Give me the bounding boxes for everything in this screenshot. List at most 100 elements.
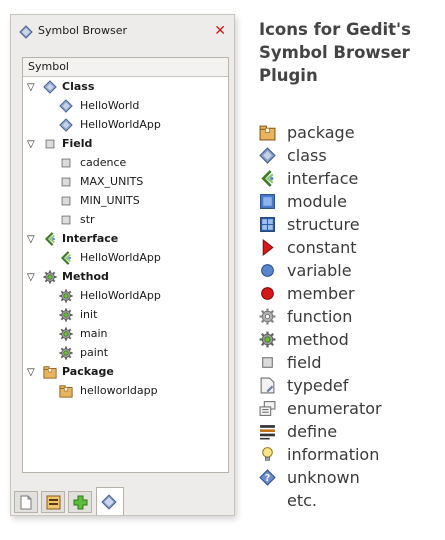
field-icon [59,194,73,208]
expander-icon[interactable]: ▽ [27,78,35,97]
legend-label: structure [287,215,360,234]
legend-label: typedef [287,376,349,395]
tree-item[interactable]: paint [23,343,228,362]
tree-item[interactable]: str [23,210,228,229]
bottom-tabs [11,487,234,517]
tree-label: HelloWorldApp [80,251,161,264]
tree-label: MAX_UNITS [80,175,144,188]
field-icon [259,354,276,371]
tree-category[interactable]: ▽ Package [23,362,228,381]
tree-label: HelloWorldApp [80,289,161,302]
tree-label: Interface [62,232,119,245]
symbol-browser-icon [19,24,33,43]
tree-item[interactable]: HelloWorldApp [23,286,228,305]
expander-icon[interactable]: ▽ [27,363,35,382]
tree-item[interactable]: HelloWorld [23,96,228,115]
tree-label: str [80,213,95,226]
tree-item[interactable]: helloworldapp [23,381,228,400]
tree-item[interactable]: MAX_UNITS [23,172,228,191]
tree-item[interactable]: init [23,305,228,324]
package-icon [259,124,276,141]
class-icon [59,118,73,132]
package-icon [43,365,57,379]
typedef-icon [259,377,276,394]
method-icon [59,308,73,322]
class-icon [43,80,57,94]
legend-label: method [287,330,349,349]
symbol-tree[interactable]: Symbol ▽ Class HelloWorld HelloWorldApp ▽ Fie… [22,57,229,473]
variable-icon [259,262,276,279]
tab-symbol-browser[interactable] [96,487,124,515]
module-icon [259,193,276,210]
tree-label: HelloWorldApp [80,118,161,131]
information-icon [259,446,276,463]
member-icon [259,285,276,302]
tree-label: HelloWorld [80,99,140,112]
tree-category[interactable]: ▽ Method [23,267,228,286]
expander-icon[interactable]: ▽ [27,135,35,154]
symbol-browser-panel: Symbol Browser ✕ Symbol ▽ Class HelloWorld… [10,14,235,516]
method-icon [59,289,73,303]
expander-icon[interactable]: ▽ [27,230,35,249]
expander-icon[interactable]: ▽ [27,268,35,287]
tree-label: Class [62,80,95,93]
method-icon [59,327,73,341]
legend-label: information [287,445,380,464]
legend-label: enumerator [287,399,382,418]
interface-icon [43,232,57,246]
legend-label: etc. [287,491,317,510]
field-icon [59,175,73,189]
legend-label: module [287,192,347,211]
tree-label: helloworldapp [80,384,158,397]
svg-text:?: ? [265,473,271,484]
tree-category[interactable]: ▽ Class [23,77,228,96]
define-icon [259,423,276,440]
legend-label: unknown [287,468,360,487]
method-icon [43,270,57,284]
tab-tools[interactable] [41,491,65,513]
panel-header: Symbol Browser ✕ [11,15,234,47]
tree-label: Field [62,137,93,150]
tree-label: MIN_UNITS [80,194,140,207]
tree-label: main [80,327,108,340]
tree-label: Package [62,365,114,378]
tree-item[interactable]: MIN_UNITS [23,191,228,210]
tree-label: init [80,308,98,321]
legend-label: function [287,307,353,326]
close-icon[interactable]: ✕ [214,24,226,38]
class-icon [259,147,276,164]
enumerator-icon [259,400,276,417]
legend-label: package [287,123,355,142]
legend-label: interface [287,169,359,188]
constant-icon [259,238,276,257]
tree-label: cadence [80,156,127,169]
function-icon [259,308,276,325]
interface-icon [259,170,276,187]
tree-item[interactable]: main [23,324,228,343]
legend-title: Icons for Gedit's Symbol Browser Plugin [259,18,444,87]
legend-title-line: Plugin [259,66,318,85]
tree-category[interactable]: ▽ Field [23,134,228,153]
legend-title-line: Symbol Browser [259,43,410,62]
tab-documents[interactable] [14,491,38,513]
field-icon [59,156,73,170]
tree-item[interactable]: HelloWorldApp [23,248,228,267]
interface-icon [59,251,73,265]
package-icon [59,384,73,398]
panel-title: Symbol Browser [38,24,128,37]
legend-label: variable [287,261,352,280]
method-icon [59,346,73,360]
tree-item[interactable]: cadence [23,153,228,172]
tree-item[interactable]: HelloWorldApp [23,115,228,134]
tab-add[interactable] [68,491,92,513]
legend-label: define [287,422,338,441]
column-header-symbol[interactable]: Symbol [23,58,228,77]
legend-label: constant [287,238,357,257]
tree-category[interactable]: ▽ Interface [23,229,228,248]
class-icon [59,99,73,113]
unknown-icon: ? [259,469,276,486]
legend-title-line: Icons for Gedit's [259,20,411,39]
tree-label: paint [80,346,109,359]
structure-icon [259,216,276,233]
legend-label: member [287,284,355,303]
